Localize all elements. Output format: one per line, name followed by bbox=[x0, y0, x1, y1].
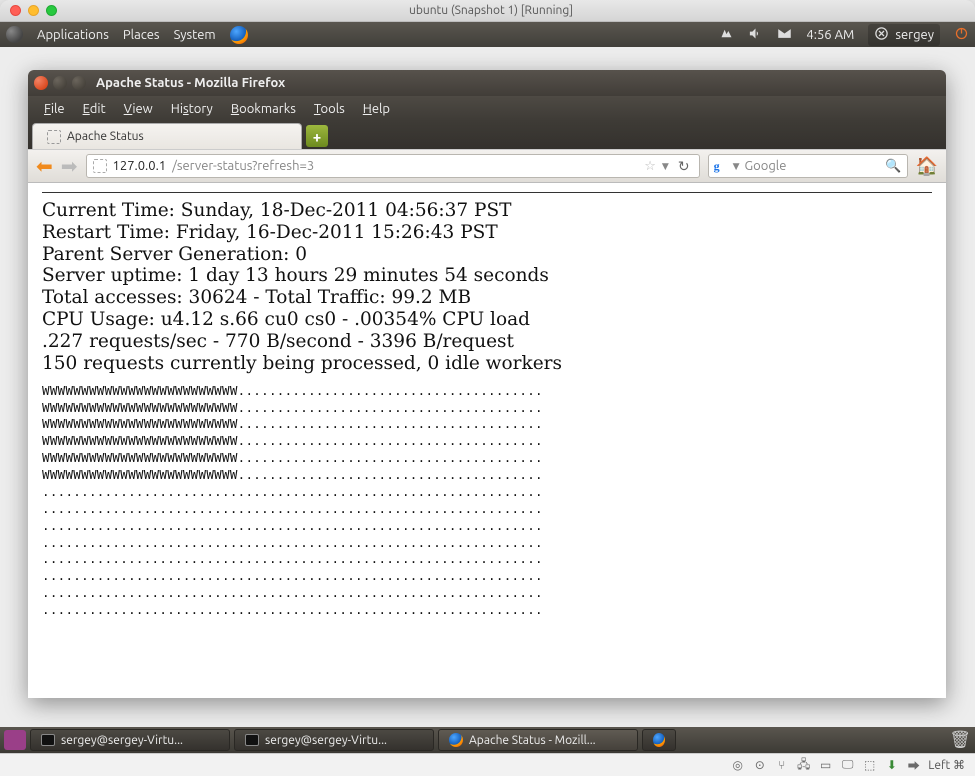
ubuntu-logo-icon[interactable] bbox=[6, 26, 23, 43]
gnome-bottom-panel: sergey@sergey-Virtu... sergey@sergey-Vir… bbox=[0, 727, 975, 753]
back-button[interactable]: ⬅ bbox=[36, 154, 53, 178]
status-restart-time: Restart Time: Friday, 16-Dec-2011 15:26:… bbox=[42, 222, 932, 244]
forward-button[interactable]: ➡ bbox=[61, 154, 78, 178]
vb-hostkey-arrow-icon[interactable]: ⬇ bbox=[884, 758, 899, 773]
host-close-button[interactable] bbox=[10, 5, 21, 16]
menu-view[interactable]: View bbox=[116, 99, 161, 119]
search-placeholder: Google bbox=[745, 159, 787, 173]
tab-favicon bbox=[47, 130, 61, 144]
new-tab-button[interactable]: + bbox=[306, 125, 328, 147]
reload-button[interactable]: ↻ bbox=[675, 158, 693, 175]
menu-history[interactable]: History bbox=[163, 99, 221, 119]
volume-icon[interactable] bbox=[748, 26, 763, 44]
site-identity-icon[interactable] bbox=[93, 159, 107, 173]
task-firefox-extra[interactable] bbox=[642, 729, 676, 751]
menu-file[interactable]: File bbox=[36, 99, 73, 119]
window-minimize-button[interactable] bbox=[53, 76, 67, 90]
terminal-icon bbox=[41, 734, 55, 746]
status-cpu: CPU Usage: u4.12 s.66 cu0 cs0 - .00354% … bbox=[42, 309, 932, 331]
vb-shared-icon[interactable]: ▭ bbox=[818, 758, 833, 773]
home-button[interactable]: 🏠 bbox=[916, 156, 938, 177]
host-key-label: Left ⌘ bbox=[928, 758, 965, 772]
search-bar[interactable]: ▼ Google 🔍 bbox=[708, 154, 908, 178]
bookmark-star-icon[interactable]: ☆ bbox=[644, 159, 656, 174]
firefox-menubar: File Edit View History Bookmarks Tools H… bbox=[28, 96, 946, 121]
tab-label: Apache Status bbox=[67, 130, 144, 143]
page-content: Current Time: Sunday, 18-Dec-2011 04:56:… bbox=[28, 183, 946, 698]
url-dropdown-icon[interactable]: ▼ bbox=[662, 161, 669, 172]
status-current-time: Current Time: Sunday, 18-Dec-2011 04:56:… bbox=[42, 200, 932, 222]
firefox-launcher-icon[interactable] bbox=[230, 26, 248, 44]
nav-toolbar: ⬅ ➡ 127.0.0.1/server-status?refresh=3 ☆ … bbox=[28, 149, 946, 183]
status-uptime: Server uptime: 1 day 13 hours 29 minutes… bbox=[42, 265, 932, 287]
vb-mouse-icon[interactable]: ⬚ bbox=[862, 758, 877, 773]
url-path: /server-status?refresh=3 bbox=[172, 159, 314, 173]
vb-net-icon[interactable]: 🖧 bbox=[796, 758, 811, 773]
firefox-window-title: Apache Status - Mozilla Firefox bbox=[96, 76, 285, 90]
scoreboard: WWWWWWWWWWWWWWWWWWWWWWWWW...............… bbox=[42, 383, 932, 619]
menu-bookmarks[interactable]: Bookmarks bbox=[223, 99, 304, 119]
tab-strip: Apache Status + bbox=[28, 121, 946, 149]
url-bar[interactable]: 127.0.0.1/server-status?refresh=3 ☆ ▼ ↻ bbox=[86, 154, 700, 178]
host-status-bar: ◎ ⊙ ⑂ 🖧 ▭ 🖵 ⬚ ⬇ ⮕ Left ⌘ bbox=[0, 753, 975, 776]
window-maximize-button[interactable] bbox=[72, 76, 86, 90]
vb-usb-icon[interactable]: ⑂ bbox=[774, 758, 789, 773]
search-go-icon[interactable]: 🔍 bbox=[885, 159, 901, 174]
menu-system[interactable]: System bbox=[174, 28, 216, 42]
menu-places[interactable]: Places bbox=[123, 28, 160, 42]
firefox-icon bbox=[449, 733, 463, 747]
google-engine-icon[interactable] bbox=[714, 159, 728, 173]
menu-applications[interactable]: Applications bbox=[37, 28, 109, 42]
menu-help[interactable]: Help bbox=[355, 99, 398, 119]
firefox-icon bbox=[653, 733, 665, 747]
shutdown-icon[interactable] bbox=[954, 26, 969, 44]
task-terminal-2[interactable]: sergey@sergey-Virtu... bbox=[234, 729, 434, 751]
status-busy: 150 requests currently being processed, … bbox=[42, 353, 932, 375]
show-desktop-button[interactable] bbox=[4, 730, 26, 750]
terminal-icon bbox=[245, 734, 259, 746]
gnome-top-panel: Applications Places System 4:56 AM serge… bbox=[0, 22, 975, 47]
task-label: sergey@sergey-Virtu... bbox=[61, 734, 183, 747]
host-titlebar: ubuntu (Snapshot 1) [Running] bbox=[0, 0, 975, 22]
network-icon[interactable] bbox=[719, 26, 734, 44]
engine-dropdown-icon[interactable]: ▼ bbox=[733, 161, 740, 172]
task-terminal-1[interactable]: sergey@sergey-Virtu... bbox=[30, 729, 230, 751]
firefox-window: Apache Status - Mozilla Firefox File Edi… bbox=[28, 70, 946, 698]
host-zoom-button[interactable] bbox=[46, 5, 57, 16]
menu-tools[interactable]: Tools bbox=[306, 99, 353, 119]
host-minimize-button[interactable] bbox=[28, 5, 39, 16]
vb-hostkey-right-icon[interactable]: ⮕ bbox=[906, 758, 921, 773]
url-host: 127.0.0.1 bbox=[113, 159, 167, 173]
vb-display-icon[interactable]: 🖵 bbox=[840, 758, 855, 773]
mail-icon[interactable] bbox=[777, 26, 792, 44]
status-parent-gen: Parent Server Generation: 0 bbox=[42, 244, 932, 266]
clock[interactable]: 4:56 AM bbox=[806, 28, 854, 42]
window-close-button[interactable] bbox=[34, 76, 48, 90]
status-accesses: Total accesses: 30624 - Total Traffic: 9… bbox=[42, 287, 932, 309]
task-firefox[interactable]: Apache Status - Mozill... bbox=[438, 729, 638, 751]
firefox-titlebar: Apache Status - Mozilla Firefox bbox=[28, 70, 946, 96]
task-label: Apache Status - Mozill... bbox=[469, 734, 596, 747]
vb-disk-icon[interactable]: ◎ bbox=[730, 758, 745, 773]
power-icon[interactable] bbox=[874, 26, 889, 44]
status-rate: .227 requests/sec - 770 B/second - 3396 … bbox=[42, 331, 932, 353]
tab-apache-status[interactable]: Apache Status bbox=[32, 123, 302, 149]
trash-icon[interactable]: 🗑 bbox=[949, 729, 971, 751]
session-user[interactable]: sergey bbox=[895, 28, 934, 42]
task-label: sergey@sergey-Virtu... bbox=[265, 734, 387, 747]
host-window-title: ubuntu (Snapshot 1) [Running] bbox=[57, 4, 975, 17]
menu-edit[interactable]: Edit bbox=[75, 99, 114, 119]
vb-optical-icon[interactable]: ⊙ bbox=[752, 758, 767, 773]
